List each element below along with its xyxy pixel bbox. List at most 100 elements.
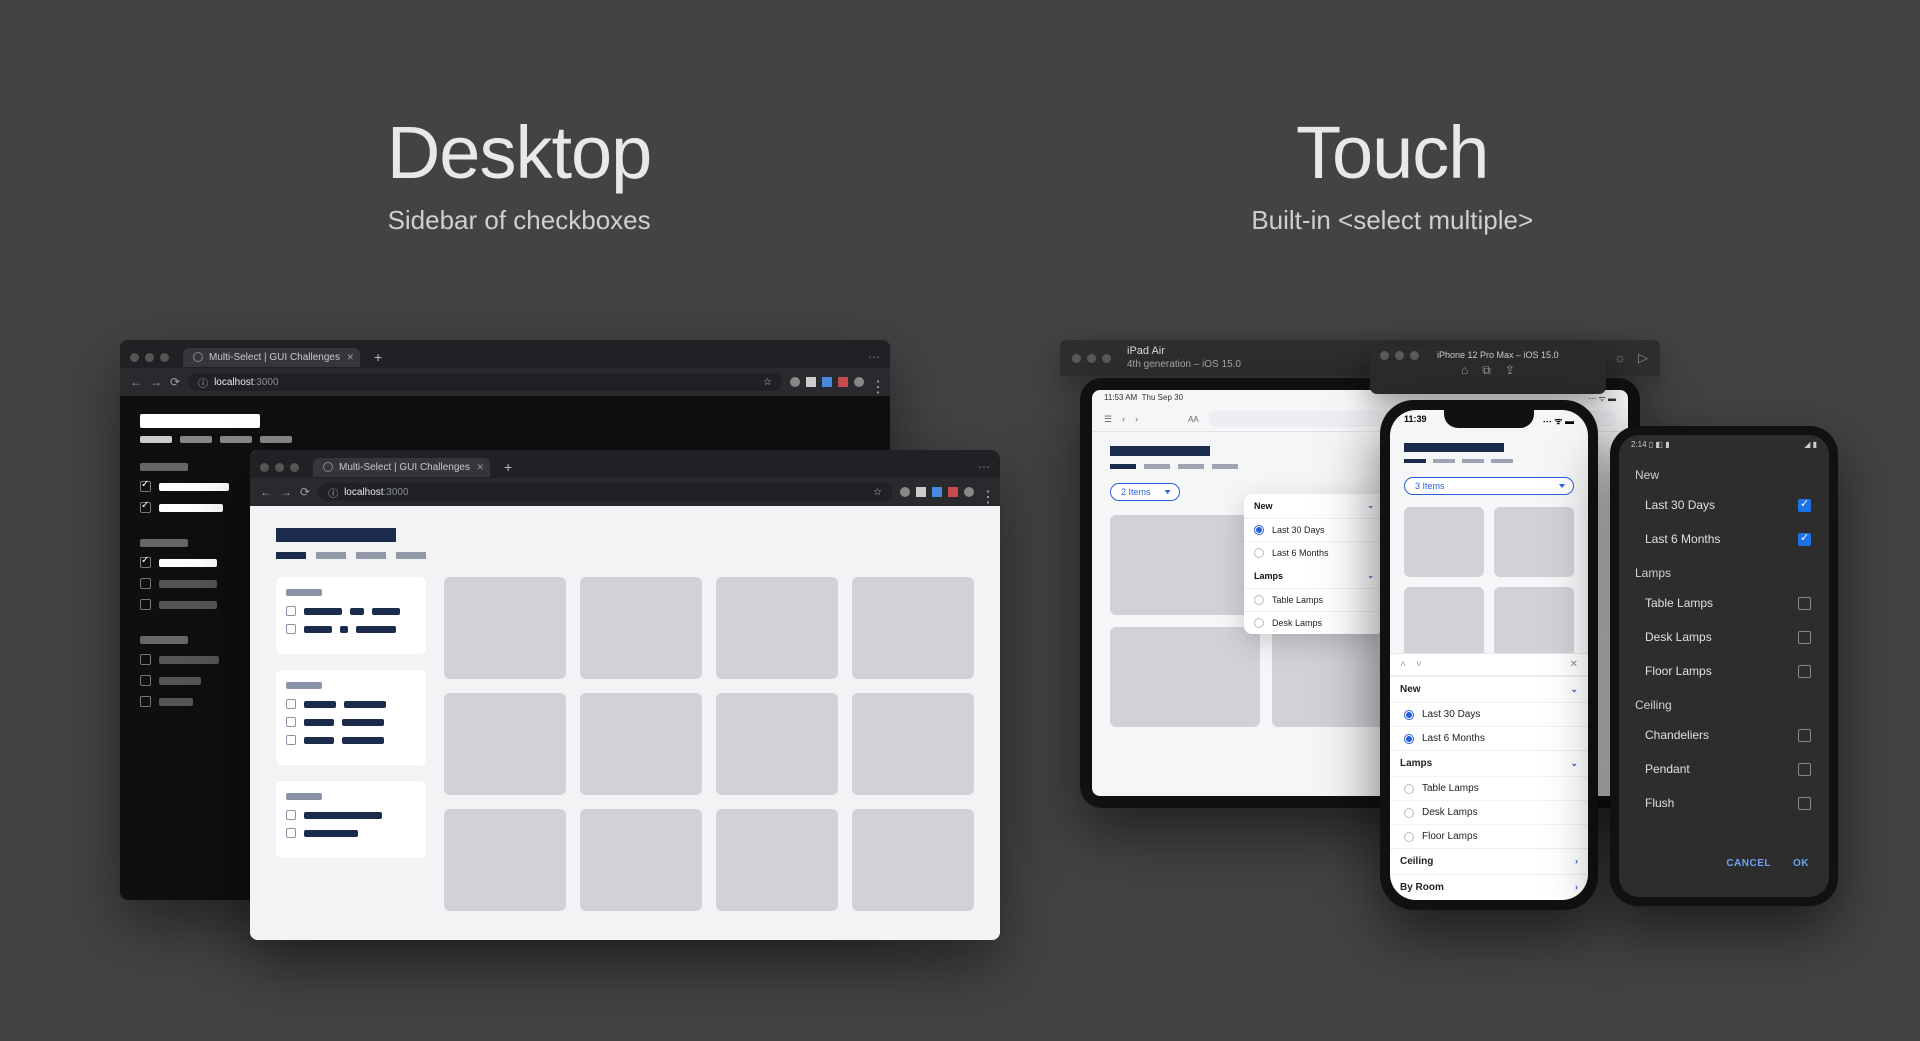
checkbox-icon[interactable] [286,699,296,709]
select-option[interactable]: Last 30 Days [1390,702,1588,726]
close-icon[interactable]: ✕ [1570,659,1578,670]
forward-icon[interactable]: › [1135,414,1138,424]
result-tile[interactable] [1494,587,1574,657]
select-option[interactable]: Floor Lamps [1619,654,1829,688]
back-icon[interactable]: ‹ [1122,414,1125,424]
result-tile[interactable] [716,809,838,911]
select-option[interactable]: Last 30 Days [1619,488,1829,522]
checkbox-icon[interactable] [286,624,296,634]
radio-icon[interactable] [1254,525,1264,535]
sidebar-item[interactable] [286,606,416,616]
sidebar-item[interactable] [286,828,416,838]
radio-icon[interactable] [1404,710,1414,720]
select-option[interactable]: Pendant [1619,752,1829,786]
window-traffic-lights[interactable] [130,353,169,362]
reload-icon[interactable]: ⟳ [170,375,180,389]
forward-icon[interactable]: → [280,485,292,499]
select-option[interactable]: Last 6 Months [1244,541,1384,564]
close-icon[interactable]: ✕ [346,352,354,363]
chevron-down-icon[interactable]: ⌄ [1570,758,1578,769]
radio-icon[interactable] [1404,808,1414,818]
checkbox-icon[interactable] [1798,763,1811,776]
back-icon[interactable]: ← [260,485,272,499]
screenshot-icon[interactable]: ⧉ [1482,363,1491,378]
star-icon[interactable]: ☆ [763,377,772,388]
select-option[interactable]: Table Lamps [1244,588,1384,611]
extension-icons[interactable]: ⋮ [900,487,990,497]
sidebar-item[interactable] [286,717,416,727]
checkbox-icon[interactable] [286,828,296,838]
reload-icon[interactable]: ⟳ [300,485,310,499]
result-tile[interactable] [1404,587,1484,657]
sidebar-item[interactable] [286,810,416,820]
result-tile[interactable] [1494,507,1574,577]
checkbox-icon[interactable] [286,735,296,745]
sidebar-item[interactable] [286,735,416,745]
select-option[interactable]: Table Lamps [1619,586,1829,620]
checkbox-icon[interactable] [140,502,151,513]
ok-button[interactable]: OK [1793,858,1809,869]
result-tile[interactable] [852,809,974,911]
checkbox-icon[interactable] [1798,631,1811,644]
result-tile[interactable] [1404,507,1484,577]
select-option[interactable]: Desk Lamps [1244,611,1384,634]
new-tab-button[interactable]: + [368,349,388,365]
result-tile[interactable] [1110,515,1260,615]
chevron-right-icon[interactable]: › [1575,882,1578,893]
radio-icon[interactable] [1404,734,1414,744]
radio-icon[interactable] [1404,832,1414,842]
checkbox-icon[interactable] [140,696,151,707]
select-option[interactable]: Last 6 Months [1619,522,1829,556]
result-tile[interactable] [444,809,566,911]
select-option[interactable]: Desk Lamps [1390,800,1588,824]
sidebar-icon[interactable]: ☰ [1104,414,1112,425]
result-tile[interactable] [580,693,702,795]
aa-label[interactable]: AA [1188,415,1199,424]
radio-icon[interactable] [1254,595,1264,605]
result-tile[interactable] [580,577,702,679]
select-option[interactable]: Last 6 Months [1390,726,1588,750]
forward-icon[interactable]: → [150,375,162,389]
window-traffic-lights[interactable] [260,463,299,472]
chevron-down-icon[interactable]: ⌄ [1367,571,1374,581]
checkbox-icon[interactable] [1798,597,1811,610]
stop-icon[interactable]: ▷ [1638,350,1648,366]
select-option[interactable]: Flush [1619,786,1829,820]
chevron-right-icon[interactable]: › [1575,856,1578,867]
result-tile[interactable] [580,809,702,911]
checkbox-icon[interactable] [1798,797,1811,810]
close-icon[interactable]: ✕ [476,462,484,473]
filter-select-button[interactable]: 3 Items [1404,477,1574,495]
checkbox-icon[interactable] [140,675,151,686]
radio-icon[interactable] [1404,784,1414,794]
checkbox-icon[interactable] [286,717,296,727]
result-tile[interactable] [852,693,974,795]
address-bar[interactable]: ⓘ localhost:3000 ☆ [318,483,892,501]
checkbox-icon[interactable] [140,578,151,589]
window-traffic-lights[interactable] [1072,354,1111,363]
checkbox-icon[interactable] [286,810,296,820]
checkbox-icon[interactable] [1798,665,1811,678]
select-option[interactable]: Last 30 Days [1244,518,1384,541]
chevron-down-icon[interactable]: ⌄ [1570,684,1578,695]
window-menu-icon[interactable]: ⋯ [868,350,880,364]
result-tile[interactable] [1110,627,1260,727]
browser-tab[interactable]: Multi-Select | GUI Challenges ✕ [183,348,360,367]
chevron-down-icon[interactable]: ⌄ [1367,501,1374,511]
radio-icon[interactable] [1254,618,1264,628]
radio-icon[interactable] [1254,548,1264,558]
star-icon[interactable]: ☆ [873,487,882,498]
window-traffic-lights[interactable] [1380,351,1419,360]
new-tab-button[interactable]: + [498,459,518,475]
checkbox-icon[interactable] [140,557,151,568]
result-tile[interactable] [716,577,838,679]
checkbox-icon[interactable] [140,599,151,610]
next-icon[interactable]: ˅ [1416,659,1422,670]
result-tile[interactable] [716,693,838,795]
window-menu-icon[interactable]: ⋯ [978,460,990,474]
select-option[interactable]: Floor Lamps [1390,824,1588,848]
prev-icon[interactable]: ˄ [1400,659,1406,670]
checkbox-icon[interactable] [286,606,296,616]
result-tile[interactable] [444,693,566,795]
extension-icons[interactable]: ⋮ [790,377,880,387]
